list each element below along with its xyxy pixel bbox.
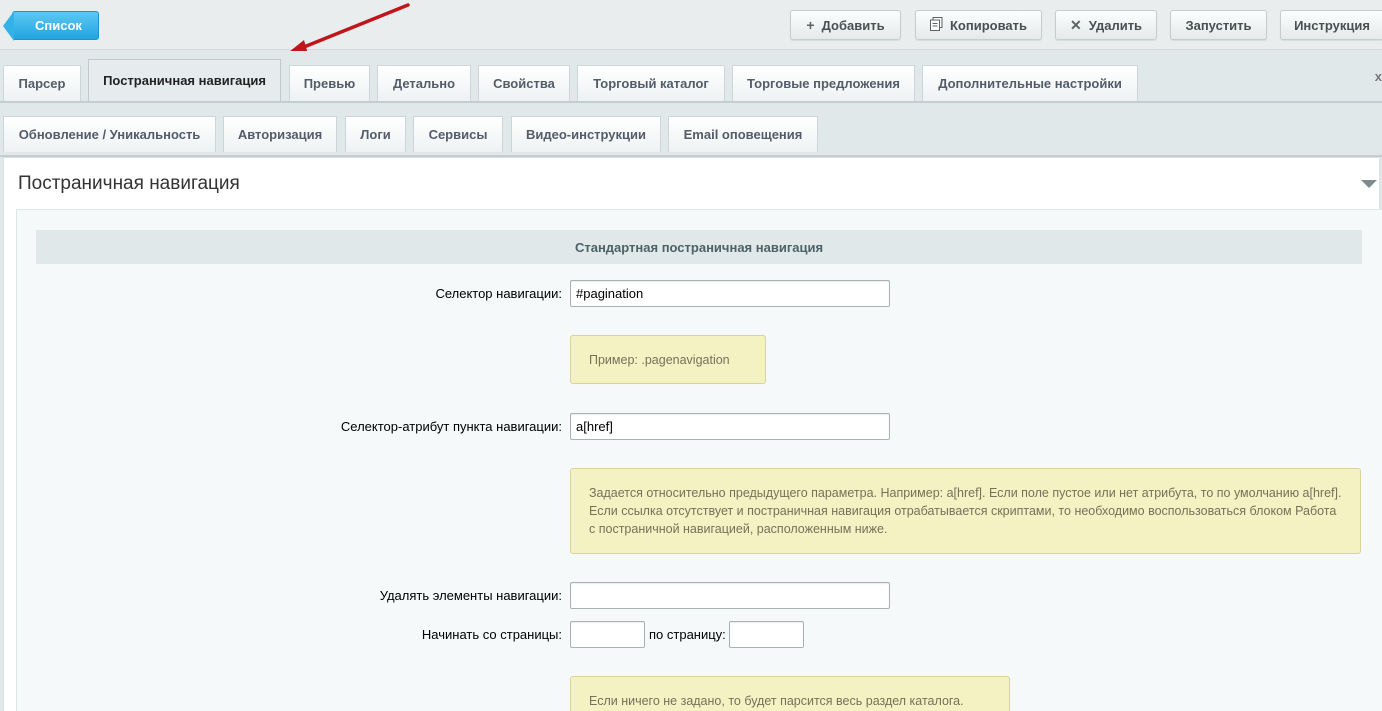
to-page-label: по страницу: xyxy=(649,627,726,642)
delete-button-label: Удалить xyxy=(1088,17,1143,33)
nav-attr-label: Селектор-атрибут пункта навигации: xyxy=(340,419,562,434)
add-button-label: Добавить xyxy=(821,17,885,33)
nav-selector-label: Селектор навигации: xyxy=(435,286,562,301)
tab-pagination[interactable]: Постраничная навигация xyxy=(88,59,281,101)
plus-icon: + xyxy=(806,17,815,33)
instruction-button-label: Инструкция xyxy=(1294,17,1370,33)
tab-logs[interactable]: Логи xyxy=(345,116,406,152)
settings-block: Стандартная постраничная навигация Селек… xyxy=(16,209,1382,711)
add-button[interactable]: + Добавить xyxy=(790,10,901,40)
copy-icon xyxy=(929,17,943,33)
tab-trade-catalog[interactable]: Торговый каталог xyxy=(577,65,725,101)
tab-trade-offers[interactable]: Торговые предложения xyxy=(732,65,915,101)
start-page-input[interactable] xyxy=(570,621,645,648)
page-range-hint: Если ничего не задано, то будет парсится… xyxy=(570,676,1010,711)
tab-authorization[interactable]: Авторизация xyxy=(223,116,337,152)
nav-attr-hint: Задается относительно предыдущего параме… xyxy=(570,468,1361,554)
copy-button[interactable]: Копировать xyxy=(915,10,1042,40)
close-icon: ✕ xyxy=(1069,17,1082,33)
tab-extra-settings[interactable]: Дополнительные настройки xyxy=(922,65,1138,101)
top-toolbar: Список + Добавить Копировать ✕ Удалить З… xyxy=(0,0,1382,50)
remove-nav-label: Удалять элементы навигации: xyxy=(379,588,562,603)
tab-preview[interactable]: Превью xyxy=(289,65,370,101)
tab-detail[interactable]: Детально xyxy=(377,65,471,101)
nav-selector-hint: Пример: .pagenavigation xyxy=(570,335,766,384)
instruction-button[interactable]: Инструкция xyxy=(1280,10,1382,40)
panel-title: Постраничная навигация xyxy=(18,173,240,194)
nav-attr-input[interactable] xyxy=(570,413,890,440)
tab-properties[interactable]: Свойства xyxy=(478,65,570,101)
collapse-icon[interactable] xyxy=(1361,180,1377,188)
tab-email-notifications[interactable]: Email оповещения xyxy=(668,116,818,152)
tab-services[interactable]: Сервисы xyxy=(413,116,503,152)
copy-button-label: Копировать xyxy=(949,17,1027,33)
tabs-row-secondary: Обновление / Уникальность Авторизация Ло… xyxy=(0,104,1382,157)
section-title: Стандартная постраничная навигация xyxy=(36,230,1362,264)
tab-update-uniqueness[interactable]: Обновление / Уникальность xyxy=(3,116,216,152)
tab-parser[interactable]: Парсер xyxy=(3,65,81,101)
run-button-label: Запустить xyxy=(1185,17,1252,33)
content-panel: Постраничная навигация Стандартная постр… xyxy=(3,157,1382,711)
nav-selector-input[interactable] xyxy=(570,280,890,307)
to-page-input[interactable] xyxy=(729,621,804,648)
close-tabs-icon[interactable]: x xyxy=(1375,69,1382,84)
delete-button[interactable]: ✕ Удалить xyxy=(1055,10,1157,40)
start-page-label: Начинать со страницы: xyxy=(421,627,562,642)
tabs-row-main: Парсер Постраничная навигация Превью Дет… xyxy=(0,51,1382,103)
list-back-button[interactable]: Список xyxy=(3,11,99,41)
run-button[interactable]: Запустить xyxy=(1170,10,1267,40)
remove-nav-input[interactable] xyxy=(570,582,890,609)
tab-video-instructions[interactable]: Видео-инструкции xyxy=(511,116,661,152)
